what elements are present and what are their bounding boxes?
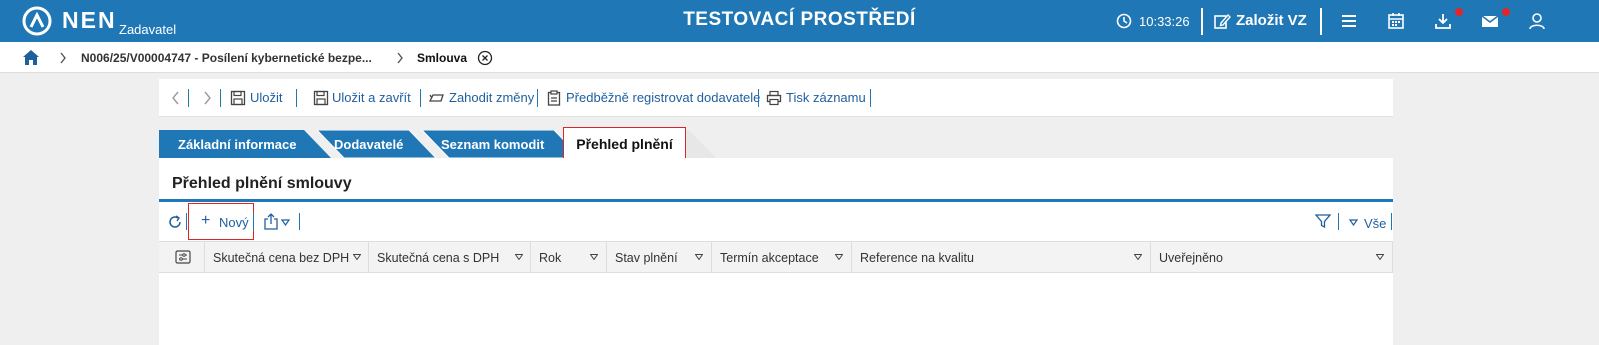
logo-subtitle: Zadavatel [119,22,177,37]
breadcrumb: N006/25/V00004747 - Posílení kybernetick… [0,42,1599,73]
tab-basic-info[interactable]: Základní informace [178,130,296,158]
preregister-supplier-button[interactable]: Předběžně registrovat dodavatele [566,90,760,105]
save-and-close-button[interactable]: Uložit a zavřít [332,90,411,105]
logo-text[interactable]: NEN [62,7,117,34]
download-notification-dot [1455,8,1463,16]
column-header-label: Rok [539,251,562,265]
column-header-label: Termín akceptace [720,251,819,265]
calendar-icon[interactable] [1386,11,1406,31]
save-icon [230,90,246,106]
edit-icon[interactable] [1213,12,1231,30]
dropdown-icon[interactable] [1349,219,1358,226]
filter-all-select[interactable]: Vše [1364,216,1386,231]
sort-icon[interactable] [353,254,361,260]
mail-notification-dot [1502,8,1510,16]
home-icon[interactable] [22,49,40,66]
column-header-label: Stav plnění [615,251,678,265]
column-header[interactable]: Stav plnění [607,242,712,273]
divider [1320,8,1322,35]
top-bar: NEN Zadavatel TESTOVACÍ PROSTŘEDÍ 10:33:… [0,0,1599,42]
divider [1391,213,1392,230]
plus-icon: + [201,212,211,229]
divider [420,89,421,107]
divider [296,89,297,107]
sort-icon[interactable] [835,254,843,260]
menu-icon[interactable] [1339,11,1359,31]
tab-fulfillment-overview[interactable]: Přehled plnění [563,127,686,159]
section-divider [159,199,1393,202]
column-header[interactable]: Skutečná cena s DPH [369,242,531,273]
download-icon[interactable] [1433,11,1453,31]
column-header-label: Skutečná cena s DPH [377,251,500,265]
dropdown-icon[interactable] [281,219,290,226]
table-header: Skutečná cena bez DPH Skutečná cena s DP… [159,241,1393,273]
create-tender-button[interactable]: Založit VZ [1236,12,1307,29]
user-icon[interactable] [1527,11,1547,31]
clock-icon [1116,13,1132,29]
column-header-label: Uveřejněno [1159,251,1223,265]
save-button[interactable]: Uložit [250,90,283,105]
refresh-icon[interactable] [167,214,183,230]
divider [758,89,759,107]
divider [253,213,254,230]
fulfillment-panel: Přehled plnění smlouvy + Nový Vše Skuteč… [159,158,1393,345]
column-header-label: Skutečná cena bez DPH [213,251,350,265]
tab-suppliers[interactable]: Dodavatelé [334,130,403,158]
save-close-icon [313,90,329,106]
column-header[interactable]: Reference na kvalitu [852,242,1151,273]
discard-icon [429,94,444,102]
session-time: 10:33:26 [1139,14,1190,29]
sort-icon[interactable] [515,254,523,260]
close-icon[interactable] [477,50,493,66]
column-header[interactable]: Rok [531,242,607,273]
column-settings-icon[interactable] [175,250,191,264]
environment-title: TESTOVACÍ PROSTŘEDÍ [683,9,916,30]
mail-icon[interactable] [1480,11,1500,31]
new-record-button[interactable]: + Nový [188,203,254,240]
sort-icon[interactable] [590,254,598,260]
record-toolbar: Uložit Uložit a zavřít Zahodit změny Pře… [159,79,1393,117]
divider [870,89,871,107]
sort-icon[interactable] [1376,254,1384,260]
chevron-right-icon [397,52,403,64]
chevron-right-icon[interactable] [199,90,215,106]
export-icon[interactable] [263,213,279,230]
breadcrumb-contract[interactable]: Smlouva [417,51,467,65]
divider [299,213,300,230]
divider [186,213,187,230]
column-header-label: Reference na kvalitu [860,251,974,265]
clipboard-icon [547,90,561,106]
breadcrumb-tender[interactable]: N006/25/V00004747 - Posílení kybernetick… [81,51,372,65]
column-header[interactable]: Skutečná cena bez DPH [205,242,369,273]
divider [1338,213,1339,230]
divider [220,89,221,107]
sort-icon[interactable] [1134,254,1142,260]
divider [1201,8,1203,35]
divider [188,89,189,107]
column-header[interactable]: Termín akceptace [712,242,852,273]
section-title: Přehled plnění smlouvy [172,175,352,192]
column-settings-cell[interactable] [159,242,205,273]
nen-logo-icon[interactable] [22,6,52,36]
column-header[interactable]: Uveřejněno [1151,242,1393,273]
filter-icon[interactable] [1315,213,1331,229]
print-icon [766,90,782,106]
discard-changes-button[interactable]: Zahodit změny [449,90,534,105]
divider [537,89,538,107]
new-record-label: Nový [219,215,249,230]
print-record-button[interactable]: Tisk záznamu [786,90,866,105]
chevron-left-icon[interactable] [168,90,184,106]
sort-icon[interactable] [695,254,703,260]
tab-commodities[interactable]: Seznam komodit [441,130,544,158]
chevron-right-icon [60,52,66,64]
